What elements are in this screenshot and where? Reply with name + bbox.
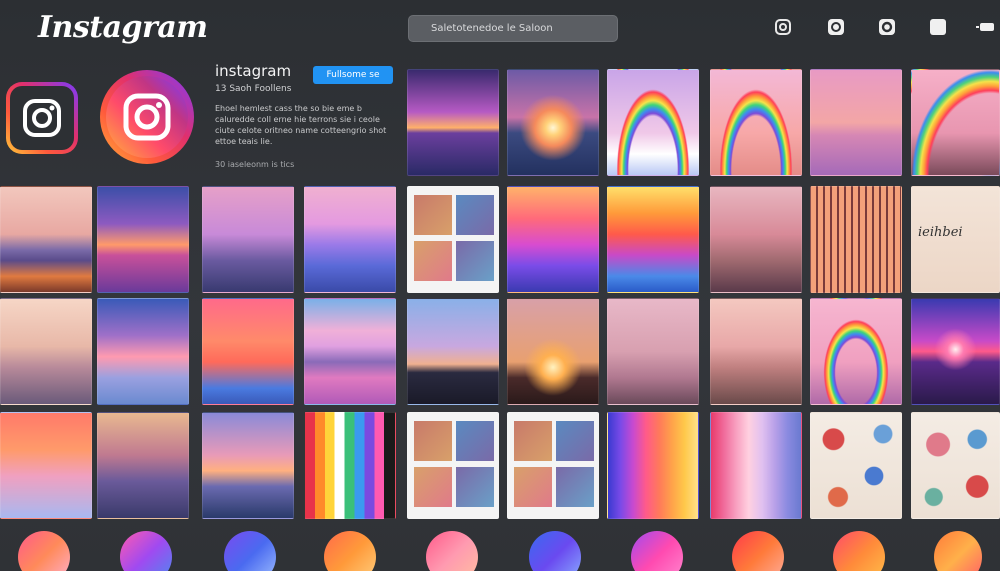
- camera-icon[interactable]: [773, 17, 793, 37]
- story-circle[interactable]: [529, 531, 581, 571]
- meditation-tile[interactable]: [407, 298, 499, 405]
- palm-sea-tile[interactable]: [810, 69, 902, 176]
- collage-photo: [414, 421, 452, 461]
- floral-pattern-tile[interactable]: [810, 412, 902, 519]
- story-circle[interactable]: [732, 531, 784, 571]
- people-sunset-tile[interactable]: [710, 186, 802, 293]
- collage-photo: [456, 241, 494, 281]
- top-bar: Instagram Saletotenedoe le Saloon: [0, 0, 1000, 58]
- layered-waves-tile[interactable]: [607, 186, 699, 293]
- camera-icon[interactable]: [877, 17, 897, 37]
- reels-icon[interactable]: [826, 17, 846, 37]
- gradient-sky-tile[interactable]: [97, 298, 189, 405]
- collage-photo: [456, 195, 494, 235]
- collage-photo: [414, 241, 452, 281]
- instagram-glyph-icon: [10, 86, 74, 150]
- profile-username: instagram: [215, 62, 292, 80]
- floral-pattern-2-tile[interactable]: [911, 412, 1000, 519]
- sunset-sea-tile[interactable]: [507, 69, 599, 176]
- collage-photo: [556, 421, 594, 461]
- square-icon[interactable]: [928, 17, 948, 37]
- vertical-stripes-tile[interactable]: [304, 412, 396, 519]
- misty-sea-tile[interactable]: [0, 298, 92, 405]
- profile-avatar[interactable]: [100, 70, 194, 164]
- story-circle[interactable]: [324, 531, 376, 571]
- collage-photo: [414, 467, 452, 507]
- profile-bio: Ehoel hemlest cass the so bie eme b calu…: [215, 104, 387, 146]
- rainbow-people-tile[interactable]: [710, 69, 802, 176]
- story-circle[interactable]: [833, 531, 885, 571]
- tree-sunset-tile[interactable]: [507, 298, 599, 405]
- profile-meta: 30 iaseleonm is tics: [215, 160, 295, 169]
- story-circle[interactable]: [120, 531, 172, 571]
- pastel-stripes-tile[interactable]: [710, 412, 802, 519]
- ocean-dusk-tile[interactable]: [202, 412, 294, 519]
- story-circle[interactable]: [224, 531, 276, 571]
- photo-collage-2-tile[interactable]: [407, 412, 499, 519]
- follow-button[interactable]: Fullsome se: [313, 66, 393, 84]
- collage-photo: [514, 467, 552, 507]
- silhouette-bars-tile[interactable]: [810, 186, 902, 293]
- lone-tree-tile[interactable]: [202, 186, 294, 293]
- grid-sunset-tile[interactable]: [911, 298, 1000, 405]
- orange-gradient-tile[interactable]: [0, 412, 92, 519]
- story-circle[interactable]: [631, 531, 683, 571]
- collage-photo: [456, 421, 494, 461]
- couple-sunset-tile[interactable]: [607, 298, 699, 405]
- sunset-ocean-tile[interactable]: [407, 69, 499, 176]
- lavender-field-tile[interactable]: [304, 298, 396, 405]
- collage-photo: [514, 421, 552, 461]
- rainbow-field-tile[interactable]: [911, 69, 1000, 176]
- pink-waves-tile[interactable]: [304, 186, 396, 293]
- instagram-glyph-icon: [106, 76, 188, 158]
- profile-logo-square[interactable]: [6, 82, 78, 154]
- profile-stats: 13 Saoh Foollens: [215, 84, 292, 94]
- gradient-stripe-tile[interactable]: [202, 298, 294, 405]
- story-circle[interactable]: [426, 531, 478, 571]
- instagram-app: Instagram Saletotenedoe le Saloon instag…: [0, 0, 1000, 571]
- rainbow-clouds-tile[interactable]: [607, 69, 699, 176]
- app-logo[interactable]: Instagram: [38, 10, 208, 45]
- collage-photo: [456, 467, 494, 507]
- photo-collage-tile[interactable]: [407, 186, 499, 293]
- rainbow-sea-tile[interactable]: [810, 298, 902, 405]
- painted-mountain-tile[interactable]: [97, 412, 189, 519]
- tile-caption: ieihbei: [918, 225, 963, 240]
- search-input[interactable]: Saletotenedoe le Saloon: [408, 15, 618, 42]
- story-circle[interactable]: [18, 531, 70, 571]
- story-circle[interactable]: [934, 531, 982, 571]
- collage-photo: [414, 195, 452, 235]
- gradient-hills-tile[interactable]: [507, 186, 599, 293]
- battery-icon[interactable]: [976, 17, 996, 37]
- text-plants-tile[interactable]: ieihbei: [911, 186, 1000, 293]
- photo-collage-3-tile[interactable]: [507, 412, 599, 519]
- mountain-flowers-tile[interactable]: [0, 186, 92, 293]
- collage-photo: [556, 467, 594, 507]
- floral-sea-tile[interactable]: [710, 298, 802, 405]
- spectrum-stripes-tile[interactable]: [607, 412, 699, 519]
- sunset-hills-tile[interactable]: [97, 186, 189, 293]
